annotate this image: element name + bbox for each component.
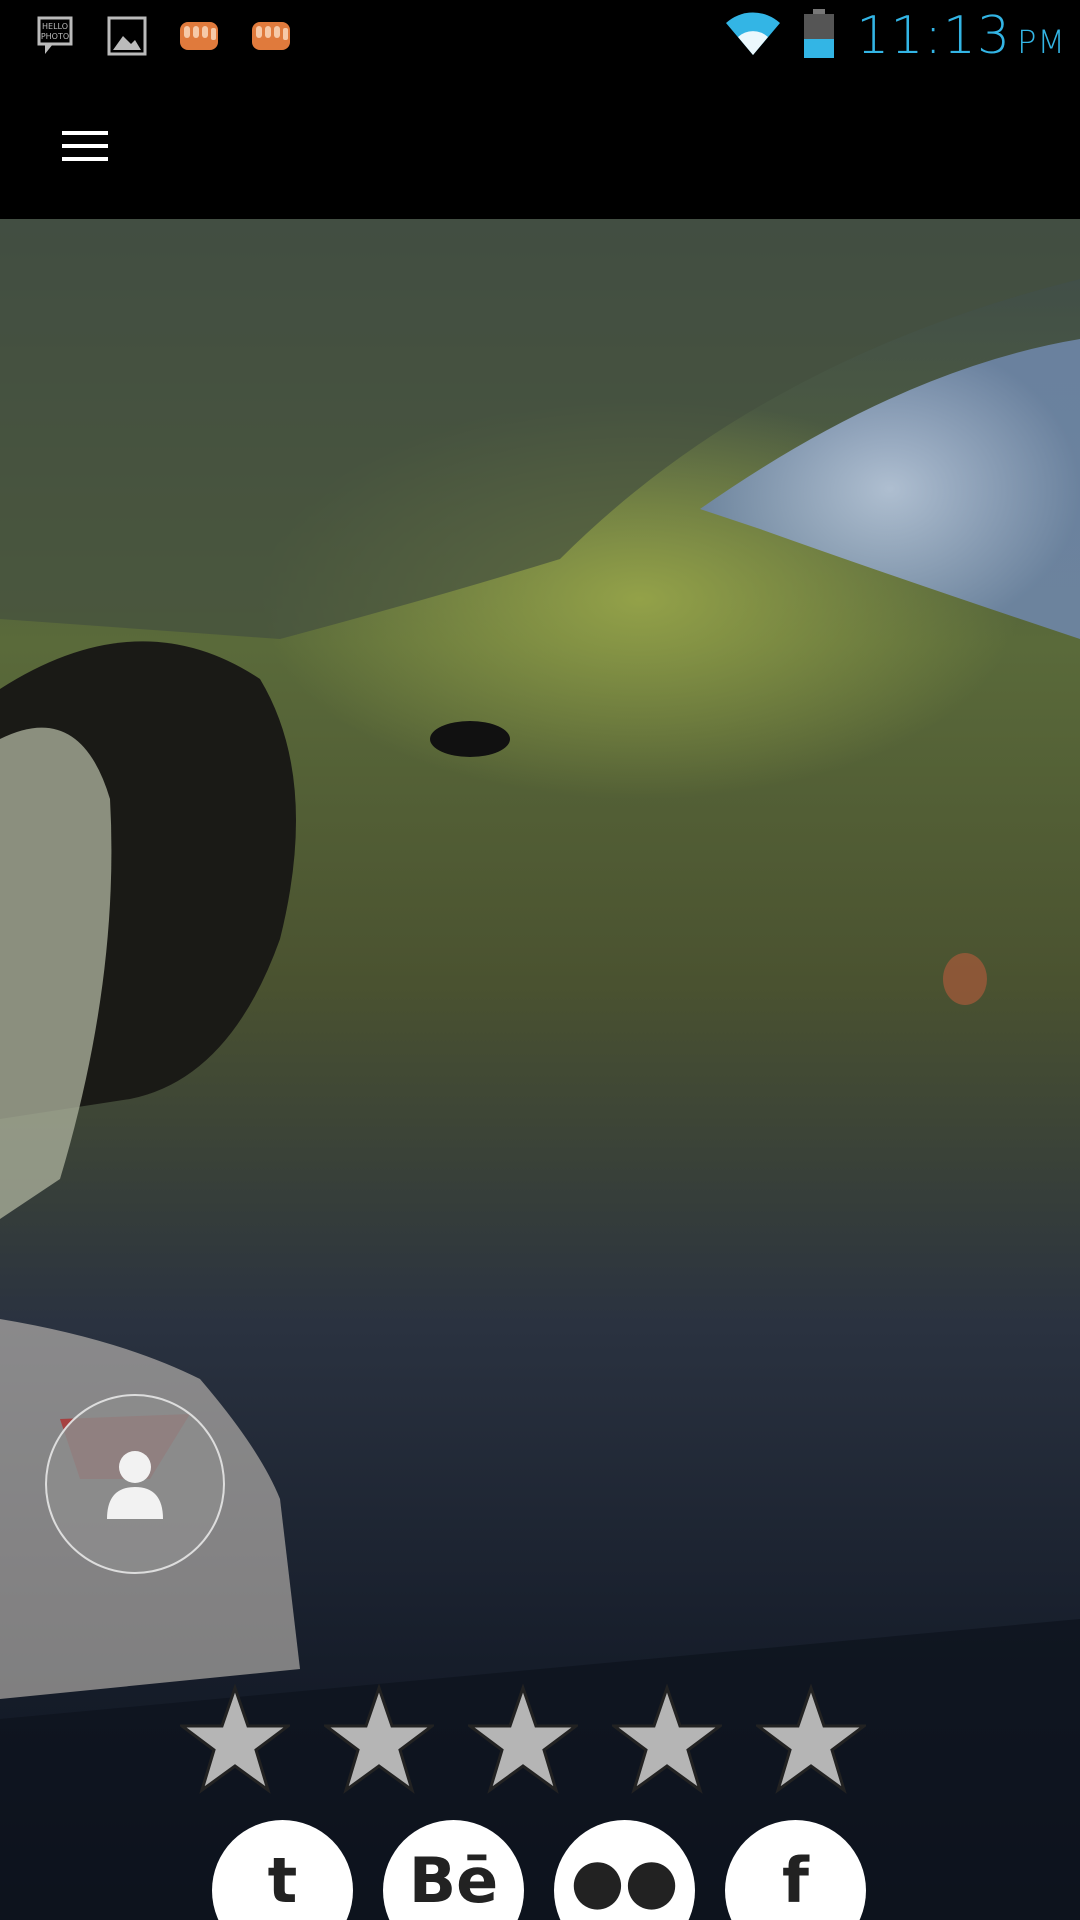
star-icon[interactable] [324,1684,434,1794]
surf-photo [0,219,1080,1920]
star-icon[interactable] [468,1684,578,1794]
avatar[interactable] [45,1394,225,1574]
person-icon [107,1451,163,1519]
star-icon[interactable] [612,1684,722,1794]
star-icon[interactable] [756,1684,866,1794]
flickr-button[interactable]: ●● [554,1820,695,1920]
clock: 11:13 PM [856,6,1066,66]
system-icons: 11:13 PM [724,6,1066,66]
fist-icon [246,14,296,58]
twitter-icon: t [267,1844,298,1917]
notification-icons: HELLO PHOTO [30,14,296,58]
facebook-button[interactable]: f [725,1820,866,1920]
hello-photo-icon: HELLO PHOTO [30,14,80,58]
status-bar: HELLO PHOTO 11:13 PM [0,0,1080,75]
clock-time: 11:13 [856,6,1012,66]
twitter-button[interactable]: t [212,1820,353,1920]
hamburger-menu-icon [62,131,108,161]
facebook-icon: f [782,1844,809,1917]
rating-stars [180,1684,866,1794]
behance-button[interactable]: Bē [383,1820,524,1920]
flickr-icon: ●● [570,1844,679,1917]
fist-icon [174,14,224,58]
gallery-icon [102,14,152,58]
social-links: t Bē ●● f [212,1820,866,1920]
svg-text:PHOTO: PHOTO [41,32,69,41]
star-icon[interactable] [180,1684,290,1794]
battery-icon [802,9,836,63]
menu-button[interactable] [54,115,116,177]
svg-text:HELLO: HELLO [42,22,68,31]
profile-header-image: t Bē ●● f [0,219,1080,1920]
clock-ampm: PM [1017,23,1066,61]
behance-icon: Bē [408,1844,499,1917]
app-bar [0,75,1080,219]
wifi-icon [724,11,782,61]
